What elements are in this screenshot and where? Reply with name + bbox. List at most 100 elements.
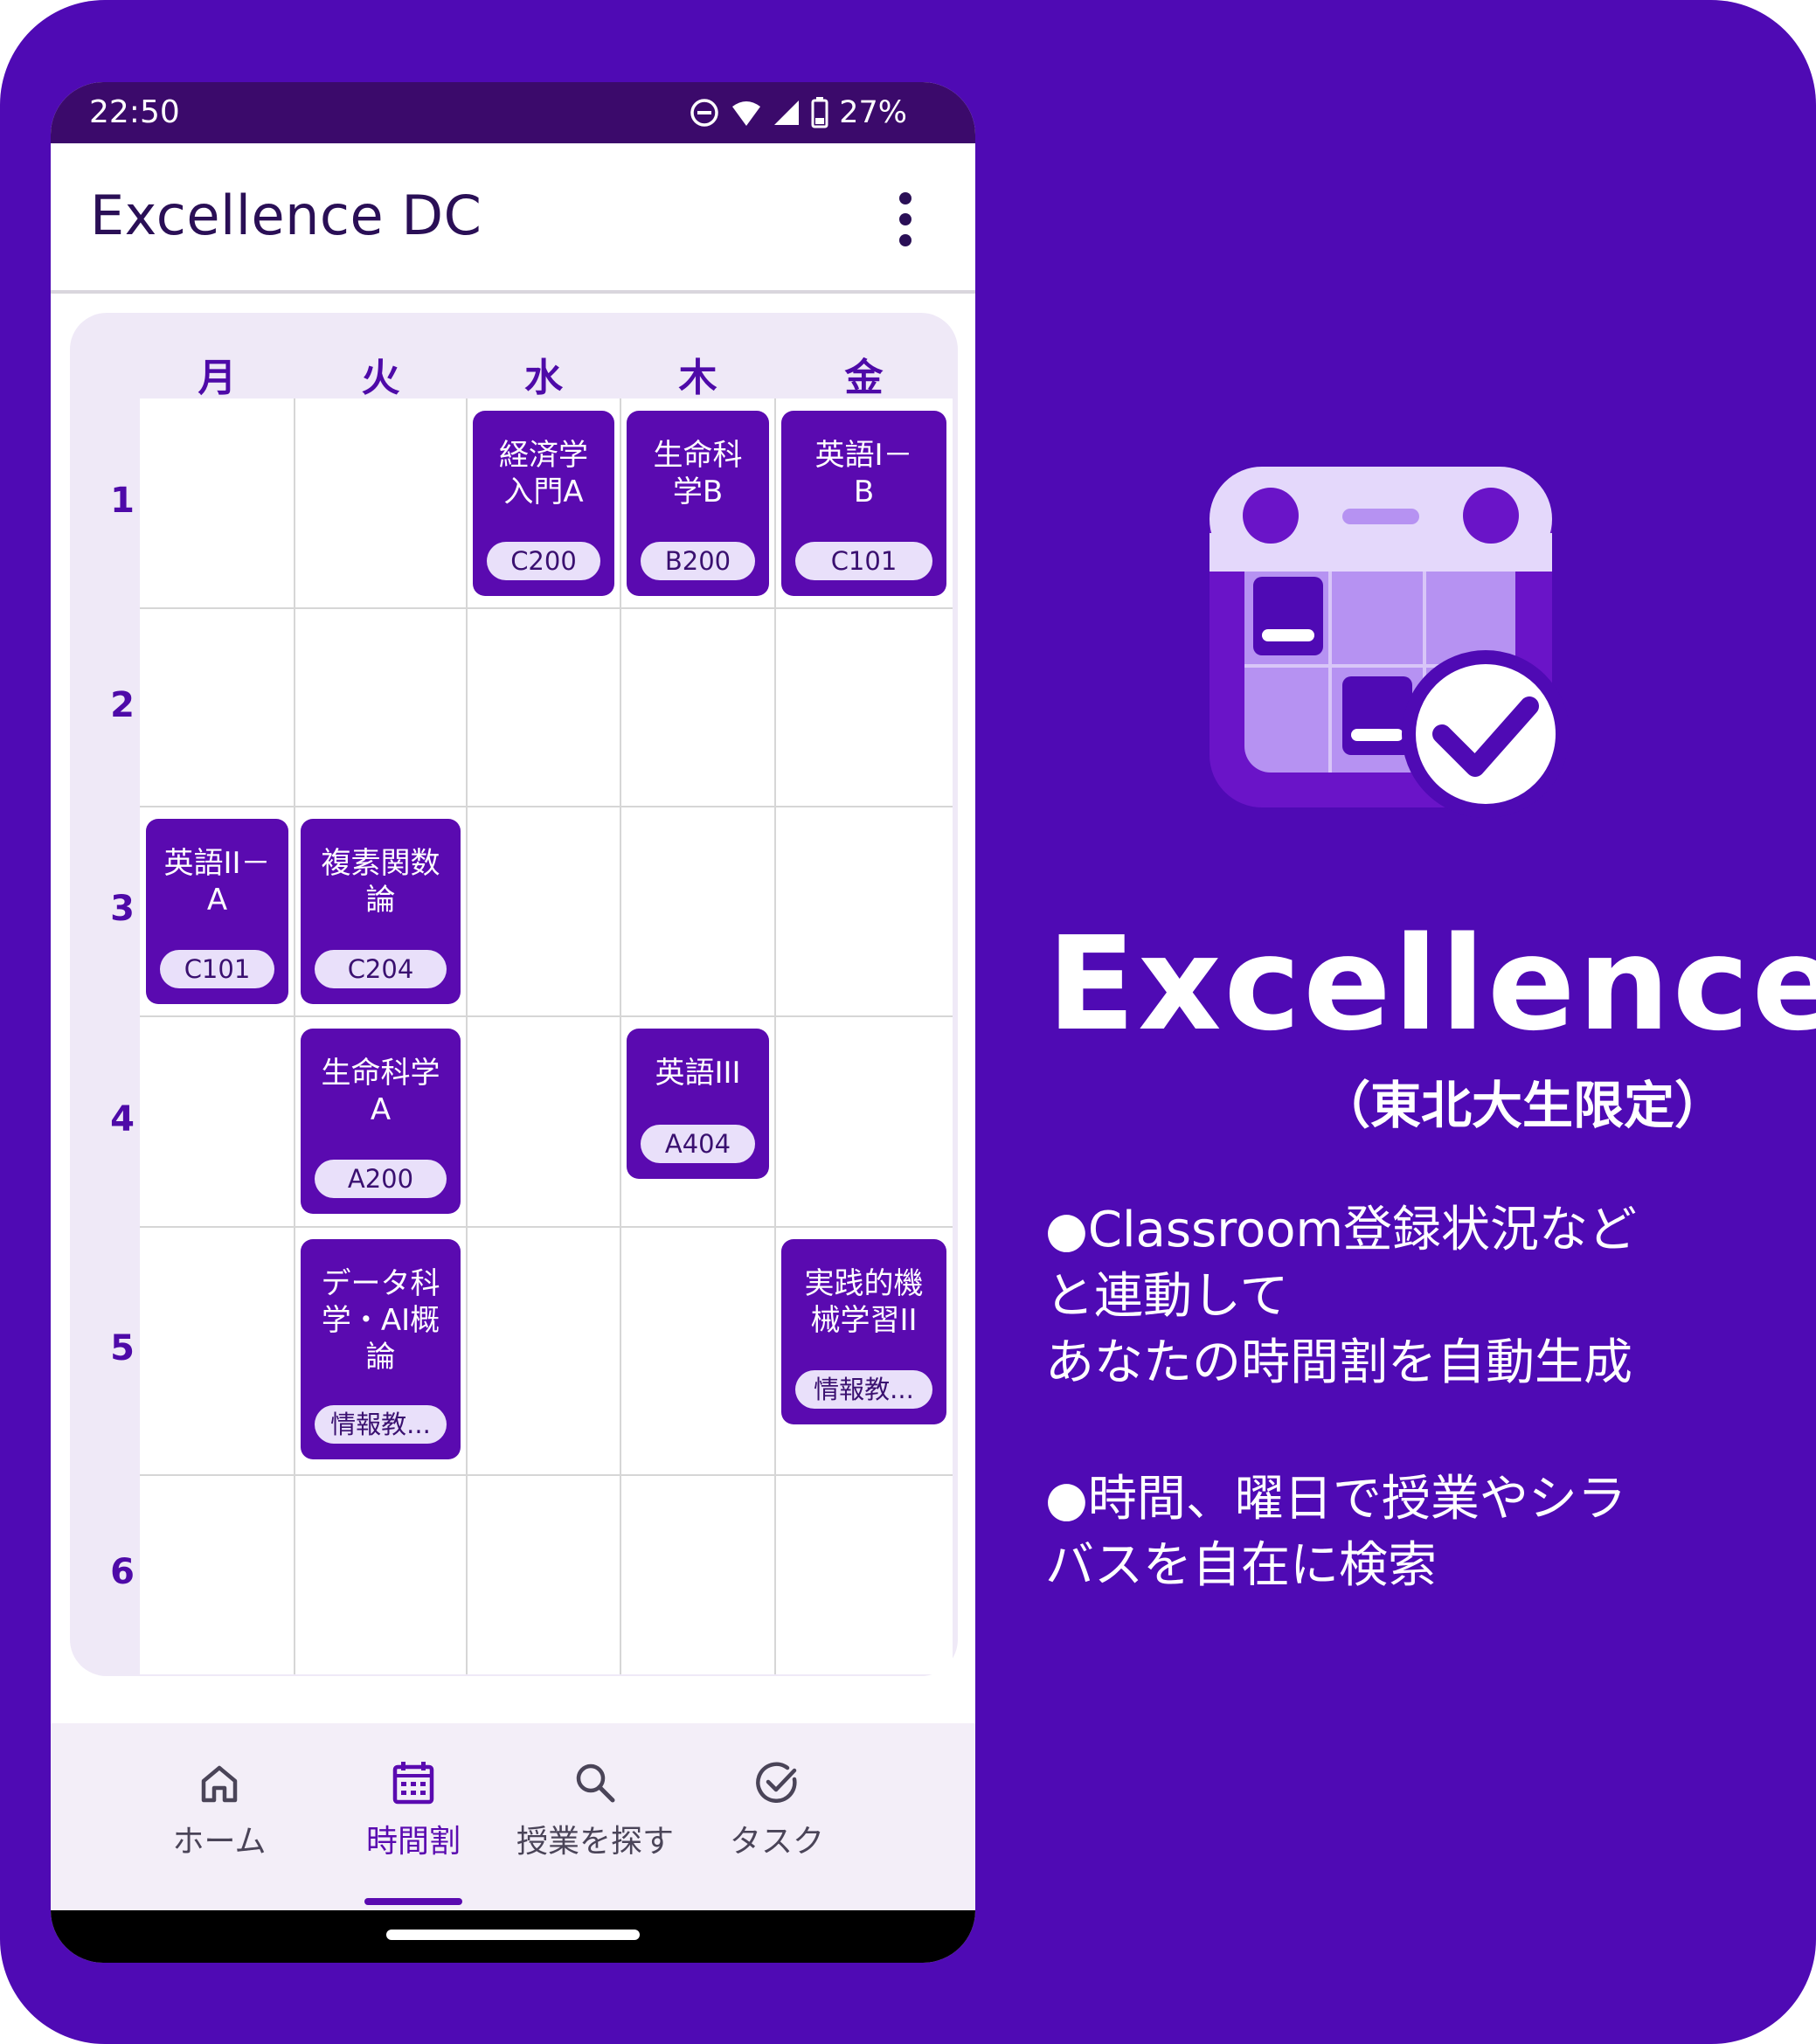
course-name: 生命科学 A (306, 1055, 455, 1128)
course-card[interactable]: 実践的機 械学習II 情報教... (781, 1239, 946, 1424)
app-bar: Excellence DC (51, 143, 975, 294)
nav-item-tasks[interactable]: タスク (690, 1758, 864, 1861)
home-icon (201, 1765, 238, 1803)
feature-line: と連動して (1045, 1268, 1289, 1325)
period-label: 3 (110, 889, 135, 929)
day-header: 水 (524, 356, 563, 400)
course-name-line: 学B (672, 475, 724, 509)
nav-item-home[interactable]: ホーム (132, 1758, 307, 1861)
grid-column-line (620, 398, 621, 1674)
feature-line: ●Classroom登録状況など (1045, 1202, 1638, 1258)
course-name-line: 入門A (503, 475, 584, 509)
course-name-line: 論 (365, 1340, 396, 1375)
home-gesture-handle[interactable] (386, 1930, 640, 1940)
period-label: 5 (110, 1328, 135, 1368)
course-name: 実践的機 械学習II (787, 1265, 941, 1339)
course-name-line: 実践的機 (804, 1266, 924, 1301)
course-room-chip: C101 (795, 542, 932, 580)
course-room-chip: 情報教... (315, 1405, 447, 1444)
course-name-line: 英語II－ (163, 846, 271, 881)
period-label: 6 (110, 1552, 135, 1592)
course-name: 英語III (632, 1055, 764, 1091)
app-title: Excellence DC (90, 184, 482, 247)
timetable-card: 経済学 入門A C200 生命科 学B B200 英語I－ B C101 英語II－ A C101 複素… (70, 313, 958, 1676)
status-bar: 22:50 27% (51, 82, 975, 143)
course-name-line: A (370, 1092, 392, 1127)
course-name-line: 学・AI概 (321, 1303, 440, 1338)
course-name: 経済学 入門A (478, 437, 609, 510)
nav-item-search[interactable]: 授業を探す (508, 1758, 683, 1861)
day-header: 金 (844, 356, 884, 400)
course-card[interactable]: データ科 学・AI概論情報教... (301, 1239, 461, 1459)
grid-row-line (140, 607, 953, 609)
signal-icon (774, 100, 800, 125)
course-name-line: 経済学 (499, 438, 588, 473)
course-name: 英語I－ B (787, 437, 941, 510)
phone-screen: 22:50 27% Excellence DC 経済学 入門A C200 生命科 学B B… (51, 82, 975, 1963)
grid-row-line (140, 806, 953, 807)
nav-item-timetable[interactable]: 時間割 (326, 1758, 501, 1861)
course-name-line: B (853, 475, 875, 509)
course-name: 複素関数論 (306, 845, 455, 918)
course-card[interactable]: 英語I－ B C101 (781, 411, 946, 596)
timetable-grid: 経済学 入門A C200 生命科 学B B200 英語I－ B C101 英語II－ A C101 複素… (140, 398, 953, 1674)
app-logo-icon (1210, 467, 1570, 818)
do-not-disturb-icon (690, 99, 718, 127)
course-room-chip: B200 (641, 542, 755, 580)
nav-label-timetable: 時間割 (365, 1824, 461, 1860)
course-name-line: 論 (365, 883, 396, 918)
feature-line: あなたの時間割を自動生成 (1045, 1334, 1632, 1391)
day-header: 月 (198, 356, 237, 400)
course-card[interactable]: 生命科学 A A200 (301, 1029, 461, 1214)
course-name-line: 英語III (655, 1056, 741, 1091)
grid-column-line (294, 398, 295, 1674)
course-name-line: 生命科 (653, 438, 743, 473)
grid-column-line (466, 398, 468, 1674)
bottom-navigation: ホーム 時間割 授業を探す タスク (51, 1723, 975, 1910)
check-circle-icon (756, 1762, 797, 1803)
course-room-chip: C204 (315, 950, 447, 988)
battery-icon (811, 97, 828, 128)
course-room-chip: 情報教... (795, 1370, 932, 1409)
grid-row-line (140, 1226, 953, 1228)
course-card[interactable]: 複素関数論 C204 (301, 819, 461, 1004)
active-tab-indicator (364, 1898, 462, 1905)
promo-subtitle: （東北大生限定） (1320, 1076, 1726, 1135)
course-room-chip: C200 (487, 542, 600, 580)
battery-level: 27% (839, 95, 907, 130)
course-card[interactable]: 生命科 学B B200 (627, 411, 769, 596)
period-label: 4 (110, 1098, 135, 1140)
day-header: 火 (361, 356, 400, 400)
promo-feature-search: ●時間、曜日で授業やシラ バスを自在に検索 (1045, 1466, 1788, 1599)
period-label: 2 (110, 684, 135, 725)
wifi-icon (732, 101, 761, 126)
course-name-line: 生命科学 (321, 1056, 440, 1091)
course-room-chip: A404 (641, 1125, 755, 1163)
timetable-screen: 経済学 入門A C200 生命科 学B B200 英語I－ B C101 英語II－ A C101 複素… (51, 294, 975, 1891)
calendar-icon (392, 1762, 434, 1805)
course-name-line: 英語I－ (814, 438, 913, 473)
course-card[interactable]: 英語III A404 (627, 1029, 769, 1179)
course-room-chip: A200 (315, 1160, 447, 1198)
grid-column-line (774, 398, 776, 1674)
course-name-line: 械学習II (810, 1303, 918, 1338)
course-name-line: データ科 (321, 1266, 440, 1301)
gesture-bar (51, 1910, 975, 1963)
course-name: データ科 学・AI概論 (306, 1265, 455, 1375)
nav-label-search: 授業を探す (516, 1824, 674, 1860)
more-vert-icon[interactable] (897, 192, 914, 246)
nav-label-home: ホーム (172, 1824, 267, 1860)
feature-line: バスを自在に検索 (1045, 1537, 1437, 1594)
grid-row-line (140, 1474, 953, 1476)
search-icon (576, 1763, 615, 1803)
course-card[interactable]: 経済学 入門A C200 (473, 411, 614, 596)
status-time: 22:50 (89, 94, 180, 130)
promo-title: Excellence (1047, 909, 1816, 1059)
day-header: 木 (678, 356, 717, 400)
nav-label-tasks: タスク (729, 1824, 824, 1860)
grid-row-line (140, 1015, 953, 1017)
promo-feature-auto-timetable: ●Classroom登録状況など と連動して あなたの時間割を自動生成 (1045, 1197, 1788, 1396)
promo-background: 22:50 27% Excellence DC 経済学 入門A C200 生命科 学B B… (0, 0, 1816, 2044)
course-room-chip: C101 (160, 950, 274, 988)
feature-line: ●時間、曜日で授業やシラ (1045, 1471, 1626, 1528)
